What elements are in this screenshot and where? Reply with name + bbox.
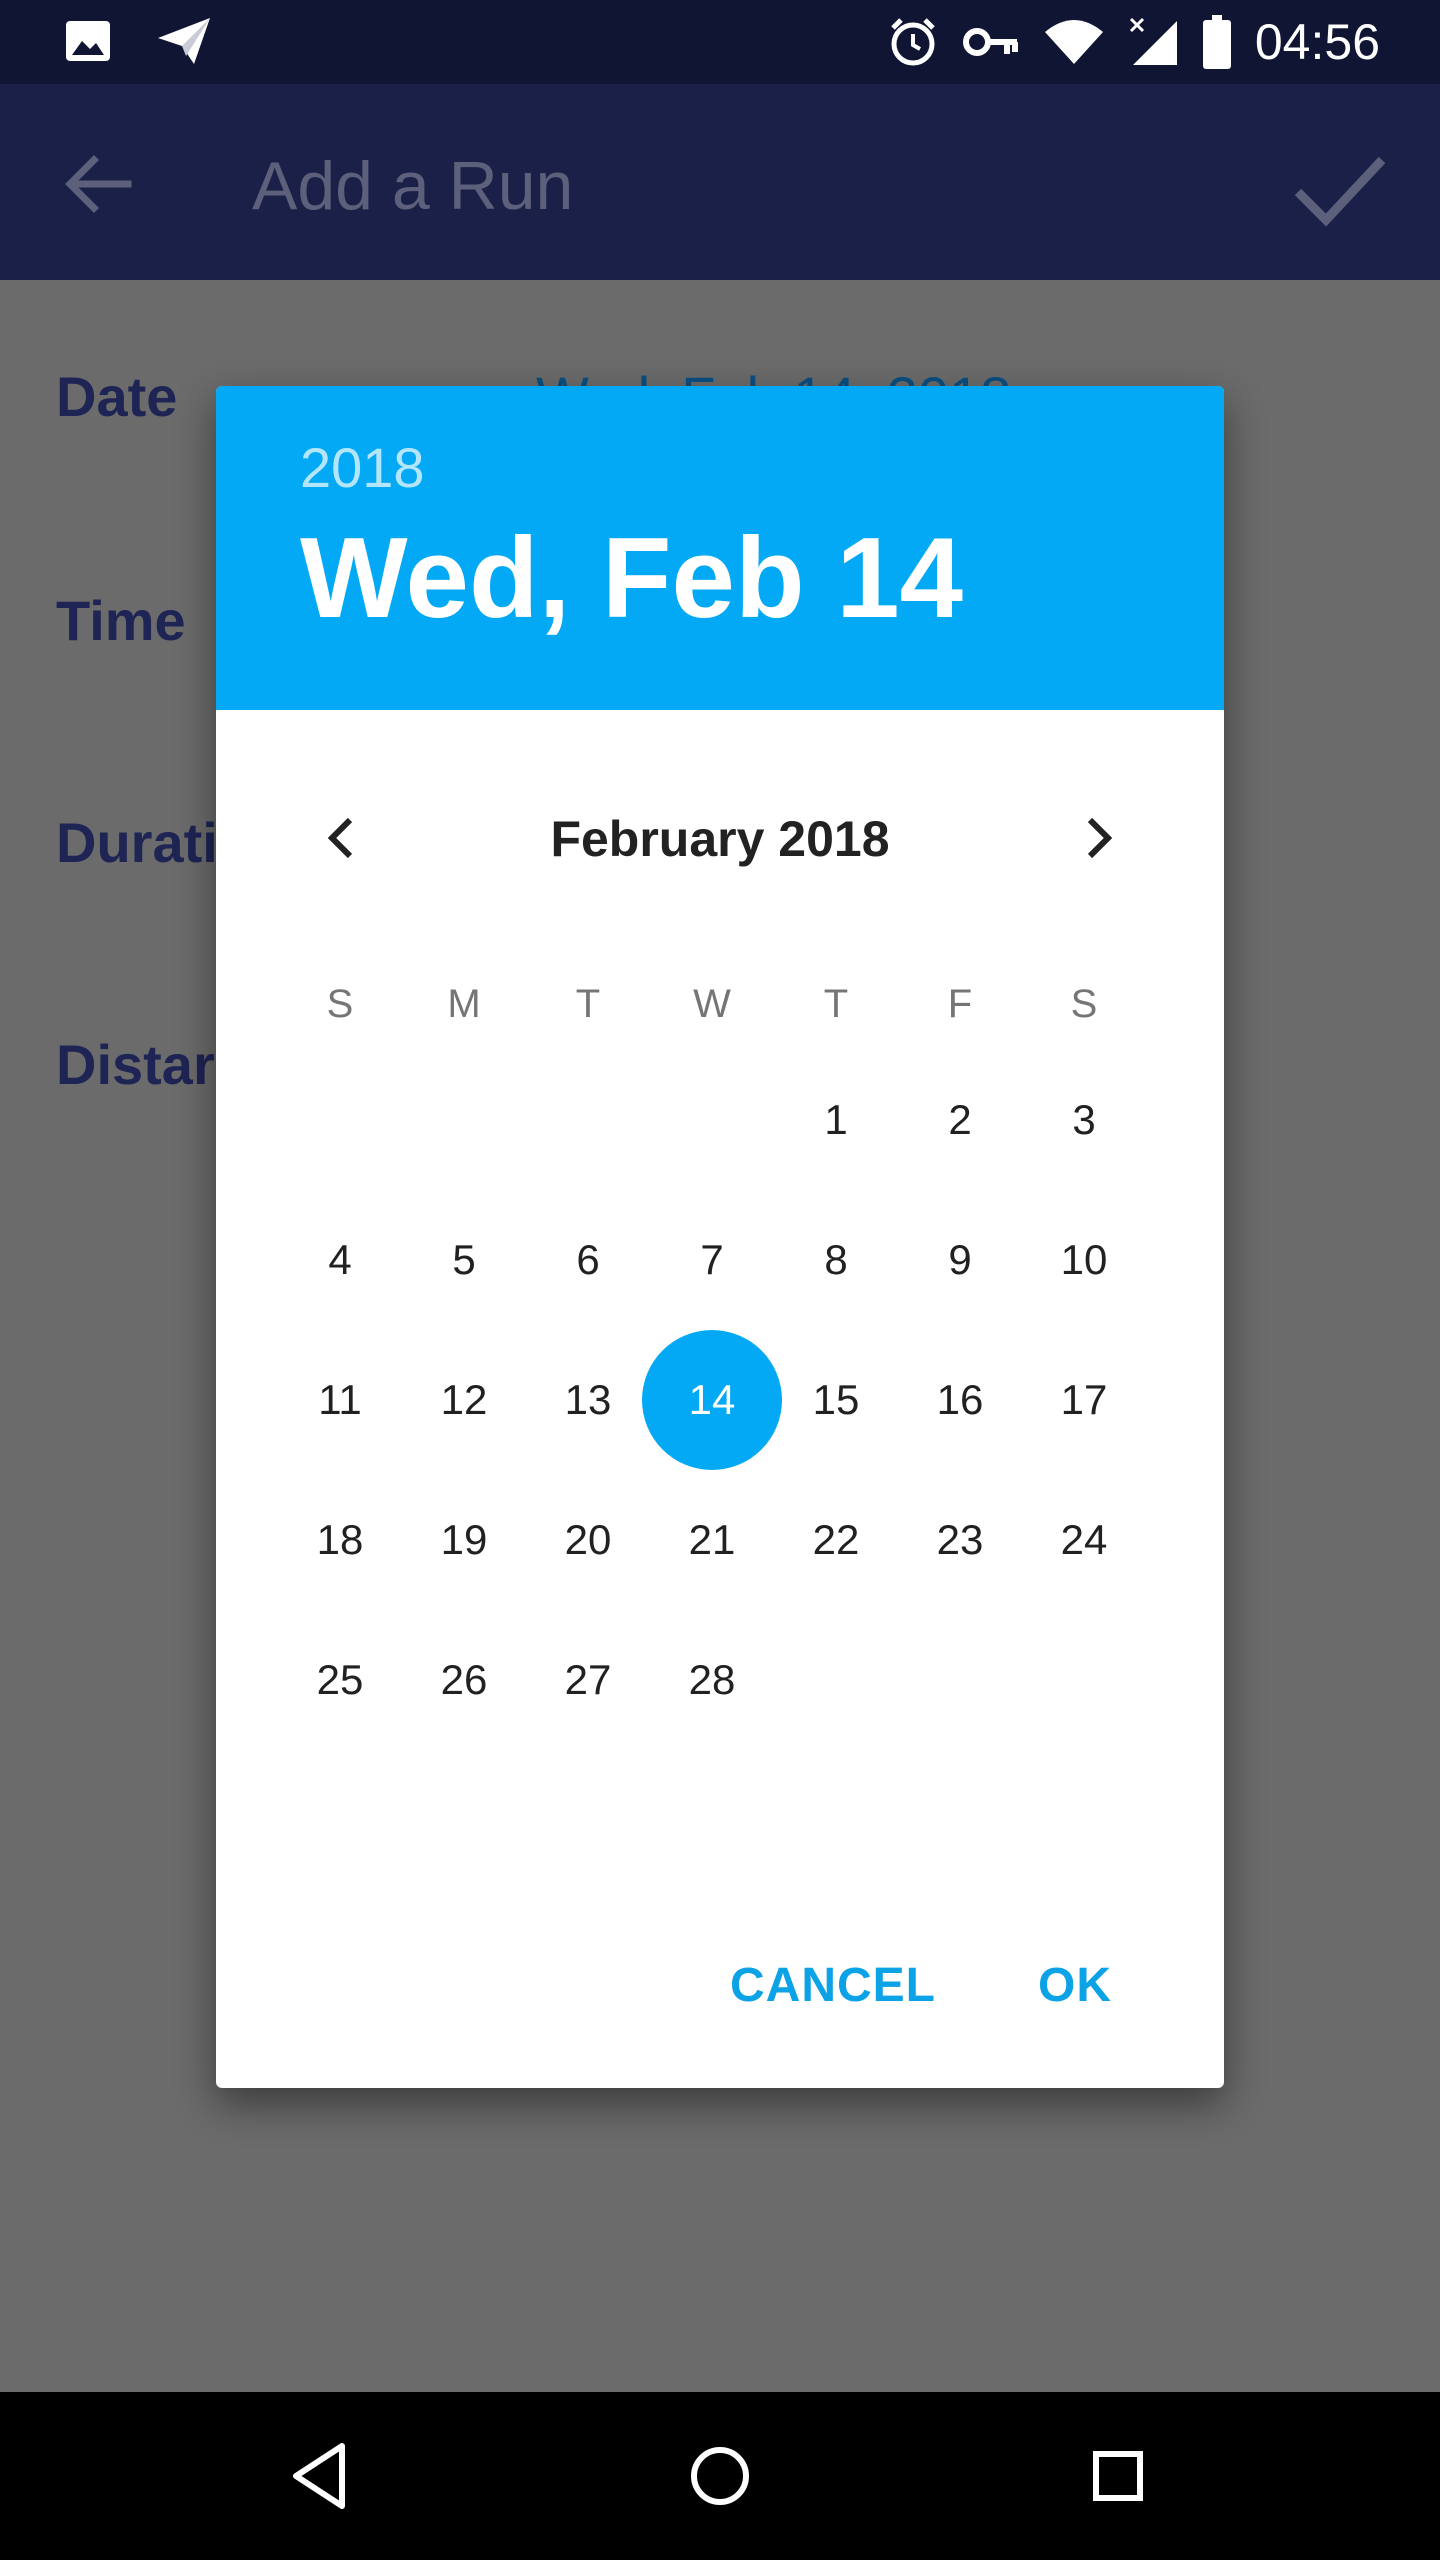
calendar-day-number: 18 [316,1516,364,1563]
key-icon [962,28,1018,56]
ok-button[interactable]: OK [1038,1936,1112,2036]
calendar-day[interactable]: 11 [278,1330,402,1470]
duration-label: Durati [56,811,218,874]
calendar-day[interactable]: 19 [402,1470,526,1610]
weekday-label: S [1070,982,1098,1026]
calendar-day-number: 8 [824,1236,848,1283]
calendar-day-number: 22 [812,1516,860,1563]
calendar-day-number: 14 [688,1376,736,1423]
calendar-day-number: 25 [316,1656,364,1703]
calendar-day[interactable]: 15 [774,1330,898,1470]
calendar-day-number: 2 [948,1096,972,1143]
dialog-header: 2018 Wed, Feb 14 [216,386,1224,710]
calendar-day-number: 23 [936,1516,984,1563]
calendar-day[interactable]: 9 [898,1190,1022,1330]
weekday-label: W [693,982,731,1026]
calendar-day[interactable]: 18 [278,1470,402,1610]
calendar-day[interactable]: 16 [898,1330,1022,1470]
calendar-day[interactable]: 21 [650,1470,774,1610]
calendar-day[interactable]: 4 [278,1190,402,1330]
weekday-header: S M T W T F S [278,964,1146,1044]
month-navigation: February 2018 [216,788,1224,888]
calendar-day-number: 16 [936,1376,984,1423]
calendar-day[interactable]: 6 [526,1190,650,1330]
calendar-day-selected[interactable]: 14 [642,1330,782,1470]
calendar-day[interactable]: 2 [898,1050,1022,1190]
calendar-day[interactable]: 28 [650,1610,774,1750]
weekday-label: T [575,982,601,1026]
calendar-day-number: 9 [948,1236,972,1283]
wifi-icon [1044,20,1103,64]
calendar-day-number: 12 [440,1376,488,1423]
calendar-day[interactable]: 5 [402,1190,526,1330]
calendar-day-number: 19 [440,1516,488,1563]
time-label: Time [56,589,186,652]
selected-date-heading[interactable]: Wed, Feb 14 [300,514,963,644]
weekday-label: M [447,982,481,1026]
check-icon[interactable] [1290,142,1390,232]
cancel-button[interactable]: CANCEL [730,1936,936,2036]
calendar-day[interactable]: 3 [1022,1050,1146,1190]
weekday-label: T [823,982,849,1026]
alarm-icon [891,18,935,66]
calendar-day-number: 13 [564,1376,612,1423]
calendar-day-number: 10 [1060,1236,1108,1283]
calendar-day-number: 20 [564,1516,612,1563]
calendar-day-number: 26 [440,1656,488,1703]
calendar-day[interactable]: 22 [774,1470,898,1610]
distance-label: Distar [56,1033,215,1096]
calendar-day-number: 1 [824,1096,848,1143]
battery-icon [1202,15,1231,69]
chevron-right-icon[interactable] [1068,808,1128,868]
status-time: 04:56 [1254,14,1380,70]
weekday-label: F [947,982,973,1026]
calendar-day-number: 27 [564,1656,612,1703]
home-circle-icon[interactable] [680,2436,760,2516]
calendar-day[interactable]: 26 [402,1610,526,1750]
calendar-day[interactable]: 24 [1022,1470,1146,1610]
calendar-day[interactable]: 1 [774,1050,898,1190]
calendar-day[interactable]: 17 [1022,1330,1146,1470]
calendar-day-number: 4 [328,1236,352,1283]
calendar-day-number: 11 [318,1376,362,1423]
calendar-day-number: 24 [1060,1516,1108,1563]
calendar-day[interactable]: 12 [402,1330,526,1470]
weekday-label: S [326,982,354,1026]
date-picker-dialog: 2018 Wed, Feb 14 February 2018 S M T W T… [216,386,1224,2088]
year-selector[interactable]: 2018 [300,436,425,500]
calendar-day-number: 15 [812,1376,860,1423]
system-nav-bar [0,2392,1440,2560]
calendar-day[interactable]: 20 [526,1470,650,1610]
image-icon [66,21,110,61]
calendar-day-number: 6 [576,1236,600,1283]
back-arrow-icon[interactable] [58,144,138,224]
dialog-actions: CANCEL OK [216,1936,1224,2036]
calendar-day-number: 7 [700,1236,724,1283]
calendar-day-number: 28 [688,1656,736,1703]
calendar-day-number: 5 [452,1236,476,1283]
signal-icon [1129,17,1177,65]
calendar-day[interactable]: 23 [898,1470,1022,1610]
calendar-day[interactable]: 7 [650,1190,774,1330]
status-bar: 04:56 [0,0,1440,84]
calendar-day[interactable]: 25 [278,1610,402,1750]
calendar-day[interactable]: 8 [774,1190,898,1330]
send-icon [158,18,210,64]
date-label: Date [56,365,178,428]
calendar-day-number: 3 [1072,1096,1096,1143]
app-bar: Add a Run [0,84,1440,280]
calendar-day[interactable]: 10 [1022,1190,1146,1330]
recents-square-icon[interactable] [1078,2436,1158,2516]
calendar-day[interactable]: 13 [526,1330,650,1470]
calendar-day[interactable]: 27 [526,1610,650,1750]
calendar-day-number: 21 [688,1516,736,1563]
page-title: Add a Run [252,148,574,224]
calendar-day-number: 17 [1060,1376,1108,1423]
back-triangle-icon[interactable] [282,2436,362,2516]
